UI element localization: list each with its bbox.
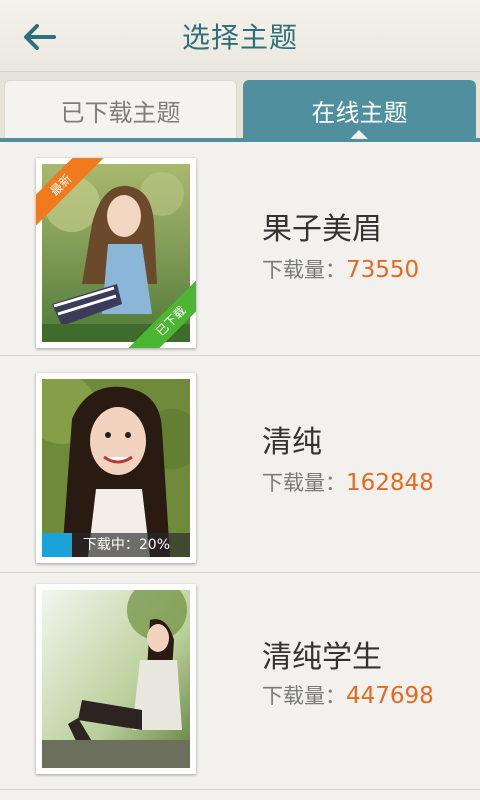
theme-thumbnail[interactable] (36, 584, 196, 774)
download-label: 下载量： (262, 684, 346, 708)
theme-name: 清纯 (262, 425, 322, 460)
list-item[interactable]: 下载中：20% 清纯 下载量：162848 (0, 359, 480, 573)
download-label: 下载量： (262, 258, 346, 282)
theme-photo (42, 590, 190, 768)
download-count: 447698 (346, 683, 434, 709)
list-item[interactable]: 最新 已下载 果子美眉 下载量：73550 (0, 142, 480, 356)
download-count-line: 下载量：447698 (262, 680, 434, 710)
tab-bar: 已下载主题 在线主题 (0, 72, 480, 142)
download-count: 73550 (346, 257, 420, 283)
theme-thumbnail[interactable]: 最新 已下载 (36, 158, 196, 348)
theme-name: 清纯学生 (262, 640, 382, 675)
theme-photo (42, 379, 190, 557)
list-item[interactable]: 清纯学生 下载量：447698 (0, 576, 480, 790)
theme-thumbnail[interactable]: 下载中：20% (36, 373, 196, 563)
page-title: 选择主题 (181, 21, 298, 54)
theme-photo (42, 164, 190, 342)
theme-list[interactable]: 最新 已下载 果子美眉 下载量：73550 下载中：20% 清纯 下载量：162… (0, 142, 480, 800)
download-count: 162848 (346, 470, 434, 496)
active-tab-pointer (350, 130, 368, 139)
title-bar: 选择主题 (0, 0, 480, 72)
tab-downloaded-themes[interactable]: 已下载主题 (4, 80, 237, 140)
download-label: 下载量： (262, 471, 346, 495)
download-count-line: 下载量：162848 (262, 467, 434, 497)
progress-text: 下载中：20% (82, 537, 170, 553)
download-count-line: 下载量：73550 (262, 254, 419, 284)
download-progress-bar: 下载中：20% (42, 533, 190, 557)
theme-name: 果子美眉 (262, 212, 382, 247)
